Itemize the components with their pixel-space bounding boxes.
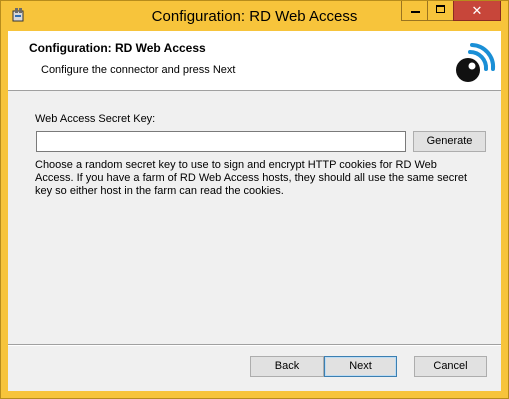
installer-window: Configuration: RD Web Access ✕ Configura… [0, 0, 509, 399]
generate-button[interactable]: Generate [413, 131, 486, 152]
wifi-eye-logo-icon [456, 43, 496, 82]
back-button[interactable]: Back [250, 356, 324, 377]
page-title: Configuration: RD Web Access [29, 41, 206, 55]
secret-key-label: Web Access Secret Key: [35, 113, 156, 125]
secret-key-description: Choose a random secret key to use to sig… [35, 159, 468, 197]
close-icon: ✕ [471, 3, 483, 18]
close-button[interactable]: ✕ [453, 1, 501, 21]
cancel-button[interactable]: Cancel [414, 356, 487, 377]
maximize-button[interactable] [427, 1, 454, 21]
footer-divider [8, 344, 501, 346]
page-subtitle: Configure the connector and press Next [41, 64, 236, 76]
title-bar[interactable]: Configuration: RD Web Access ✕ [1, 1, 508, 31]
dialog-body: Configuration: RD Web Access Configure t… [8, 31, 501, 391]
wizard-header: Configuration: RD Web Access Configure t… [8, 31, 501, 91]
maximize-icon [436, 5, 445, 13]
next-button[interactable]: Next [324, 356, 397, 377]
minimize-icon [411, 11, 420, 13]
minimize-button[interactable] [401, 1, 428, 21]
secret-key-input[interactable] [36, 131, 406, 152]
